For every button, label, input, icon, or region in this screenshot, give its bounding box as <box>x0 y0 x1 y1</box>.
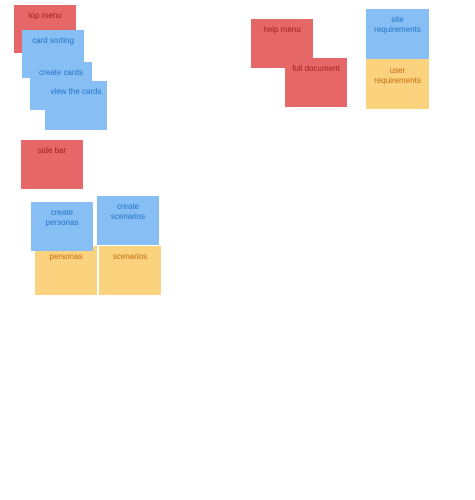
note-create-personas[interactable]: create personas <box>31 202 93 251</box>
note-label: full document <box>292 64 340 73</box>
note-side-bar[interactable]: side bar <box>21 140 83 189</box>
note-personas[interactable]: personas <box>35 246 97 295</box>
note-label: top menu <box>28 11 62 20</box>
note-label: personas <box>49 252 83 261</box>
note-label: help menu <box>263 25 301 34</box>
note-label: scenarios <box>112 252 148 261</box>
note-label: site requirements <box>374 15 421 34</box>
note-user-requirements[interactable]: user requirements <box>366 59 429 109</box>
note-scenarios[interactable]: scenarios <box>99 246 161 295</box>
note-full-document[interactable]: full document <box>285 58 347 107</box>
note-site-requirements[interactable]: site requirements <box>366 9 429 59</box>
note-create-scenarios[interactable]: create scenarios <box>97 196 159 245</box>
note-label: create cards <box>38 68 84 77</box>
note-view-the-cards[interactable]: view the cards <box>45 81 107 130</box>
sticky-note-board: top menu card sorting create cards view … <box>0 0 475 500</box>
note-label: user requirements <box>374 66 421 85</box>
note-label: side bar <box>37 146 67 155</box>
note-label: create personas <box>45 208 79 227</box>
note-label: view the cards <box>50 87 102 96</box>
note-label: card sorting <box>32 36 74 45</box>
note-label: create scenarios <box>110 202 146 221</box>
